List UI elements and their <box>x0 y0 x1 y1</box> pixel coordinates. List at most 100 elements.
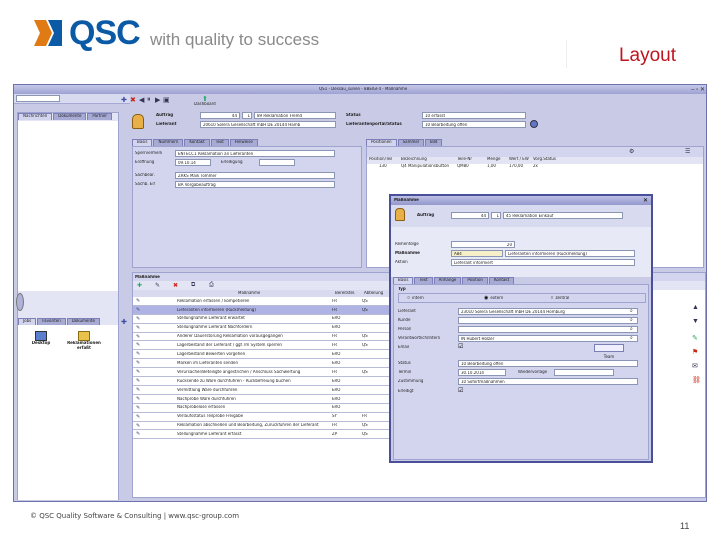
splitter-handle[interactable] <box>16 293 24 311</box>
mass-select[interactable]: Lieferanten informieren (Rückmeldung) <box>505 250 635 257</box>
edit-icon[interactable]: ✎ <box>133 378 145 384</box>
up-icon[interactable]: ▲ <box>692 304 699 311</box>
table-row[interactable]: ✎ Lieferanten informieren (Rückmeldung) FR… <box>133 305 393 315</box>
lieferantenportal-select[interactable]: 10 Bearbeitung offen <box>422 121 526 128</box>
mass-code-input[interactable]: A84 <box>451 250 503 257</box>
team-button[interactable]: Team <box>594 344 624 359</box>
dialog-tab-kontakt[interactable]: Kontakt <box>488 277 515 284</box>
dialog-tab-text[interactable]: Text <box>414 277 433 284</box>
table-row[interactable]: ✎ Nachprobelose erfassen ERO <box>133 404 393 413</box>
dialog-status-select[interactable]: 10 Bearbeitung offen <box>458 360 638 367</box>
edit-icon[interactable]: ✎ <box>133 423 145 429</box>
left-search-input[interactable] <box>16 95 60 102</box>
kunde-input[interactable] <box>458 317 638 324</box>
table-row[interactable]: ✎ Verursacher/Beteiligte angestrichen / A… <box>133 368 393 378</box>
dialog-tab-basis[interactable]: Basis <box>393 277 414 284</box>
edit-icon[interactable]: ✎ <box>133 396 145 402</box>
erledigung-input[interactable] <box>259 159 295 166</box>
dialog-auftrag-pos[interactable]: 1 <box>491 212 501 219</box>
zust-select[interactable]: 10 Sofortmaßnahmen <box>458 378 638 385</box>
reklamationen-tile[interactable]: Reklamationen erfaßt <box>64 331 104 355</box>
edit-icon[interactable]: ✎ <box>133 351 145 357</box>
mail-icon[interactable]: ✉ <box>692 362 698 370</box>
aktion-select[interactable]: Lieferant informiert <box>451 259 635 266</box>
add-icon[interactable]: ✚ <box>137 282 142 289</box>
person-search-icon[interactable]: ⌕ <box>630 326 633 332</box>
lief-input[interactable]: 23010 Solera Gesellschaft mbH DE 20144 H… <box>458 308 638 315</box>
tab-nummern[interactable]: Nummern <box>153 139 184 146</box>
edit-icon[interactable]: ✎ <box>133 360 145 366</box>
table-row[interactable]: ✎ Stellungnahme Lieferant erfasst ZP QS <box>133 431 393 440</box>
delete-icon[interactable]: ✖ <box>173 282 178 289</box>
reihen-input[interactable]: 20 <box>451 241 515 248</box>
lief-search-icon[interactable]: ⌕ <box>630 308 633 314</box>
table-row[interactable]: ✎ Marken im Lieferanten senden ERO <box>133 359 393 369</box>
wieder-input[interactable] <box>554 369 614 376</box>
edit-icon[interactable]: ✎ <box>133 325 145 331</box>
prev-icon[interactable]: ◀ <box>139 96 144 104</box>
tab-positionen[interactable]: Positionen <box>366 139 397 146</box>
tab-jobs[interactable]: Jobs <box>18 318 37 325</box>
filter-icon[interactable]: ⚙ <box>629 148 634 155</box>
tab-favoriten[interactable]: Favoriten <box>37 318 66 325</box>
positions-settings-icon[interactable]: ☰ <box>685 148 690 155</box>
dialog-auftrag-input[interactable]: 44 <box>451 212 489 219</box>
edit-icon[interactable]: ✎ <box>133 334 145 340</box>
dashboard-label[interactable]: Dashboard <box>194 102 216 107</box>
table-row[interactable]: ✎ Reklamation erfassen / kompetieren FR QS <box>133 297 393 306</box>
dialog-auftrag-type[interactable]: 45 Reklamation Einkauf <box>503 212 623 219</box>
tab-basis[interactable]: Basis <box>132 139 153 146</box>
edit-icon[interactable]: ✎ <box>155 282 160 289</box>
dialog-tab-anhaenge[interactable]: Anhänge <box>433 277 462 284</box>
radio-intern[interactable]: ○ <box>407 295 410 301</box>
person-input[interactable] <box>458 326 638 333</box>
table-row[interactable]: ✎ Verlaufsstatus Teilprobe Freigabe SY FR <box>133 413 393 422</box>
link-icon[interactable]: ⛓ <box>692 376 701 384</box>
table-row[interactable]: 130 Q4 Manipulationsbutton QM80 1,00 170… <box>367 164 703 171</box>
close-icon[interactable]: ✖ <box>130 96 136 104</box>
table-row[interactable]: ✎ Rücksende zu Ware durchführen - Rückbef… <box>133 377 393 386</box>
kunde-search-icon[interactable]: ⌕ <box>630 317 633 323</box>
edit-icon[interactable]: ✎ <box>133 342 145 348</box>
tab-sammel[interactable]: Sammel <box>397 139 424 146</box>
refresh-icon[interactable] <box>530 120 538 128</box>
tab-nachrichten[interactable]: Nachrichten <box>18 113 53 120</box>
desktop-tile[interactable]: Desktop <box>28 331 54 353</box>
auftrag-type-select[interactable]: 89 Reklamation Fremd <box>254 112 336 119</box>
edit-icon[interactable]: ✎ <box>133 369 145 375</box>
tab-bild[interactable]: Bild <box>424 139 443 146</box>
table-row[interactable]: ✎ Lagerbestand der Lieferant / ggf. Im Sy… <box>133 342 393 351</box>
left-add-icon-2[interactable]: ✚ <box>121 96 127 104</box>
print-icon[interactable]: ⎙ <box>209 282 214 289</box>
pause-icon[interactable]: ⏸ <box>147 96 151 104</box>
window-controls[interactable]: – ▫ ✕ <box>691 86 705 93</box>
table-row[interactable]: ✎ Stellungnahme Lieferant Nachfordern ERO <box>133 324 393 333</box>
auftrag-pos-input[interactable]: 1 <box>242 112 252 119</box>
dialog-tab-position[interactable]: Position <box>462 277 488 284</box>
tab-hinweise[interactable]: Hinweise <box>229 139 258 146</box>
eroeff-input[interactable]: 09.10.14 <box>175 159 211 166</box>
dialog-close-icon[interactable]: ✕ <box>643 197 648 204</box>
erled-checkbox[interactable]: ☑ <box>458 387 463 394</box>
tab-dokumente-2[interactable]: Dokumente <box>66 318 100 325</box>
flag-icon[interactable]: ⚑ <box>692 348 698 356</box>
table-row[interactable]: ✎ Lagerbestand Bewerten vorgehen ERO <box>133 350 393 360</box>
email-checkbox[interactable]: ☑ <box>458 343 463 350</box>
sachbear-select[interactable]: ZRKS Maik Tommer <box>175 172 335 179</box>
radio-extern[interactable]: ◉ <box>484 295 488 301</box>
verant-input[interactable]: IN Hubert Holzer <box>458 335 638 342</box>
down-icon[interactable]: ▼ <box>692 318 699 325</box>
note-icon[interactable]: ✎ <box>692 334 698 342</box>
copy-icon[interactable]: ⧉ <box>191 282 195 289</box>
edit-icon[interactable]: ✎ <box>133 298 145 304</box>
tab-dokumente[interactable]: Dokumente <box>53 113 87 120</box>
table-row[interactable]: ✎ Stellungnahme Lieferant erwartet ERO <box>133 315 393 324</box>
edit-icon[interactable]: ✎ <box>133 414 145 420</box>
table-row[interactable]: ✎ Nachprobe Ware durchführen ERO <box>133 395 393 404</box>
table-row[interactable]: ✎ Anderer Dauerstörung Reklamation voraus… <box>133 333 393 342</box>
verant-search-icon[interactable]: ⌕ <box>630 335 633 341</box>
tab-kontakt[interactable]: Kontakt <box>184 139 210 146</box>
left-add-icon[interactable]: ✚ <box>121 318 127 326</box>
lieferant-input[interactable]: 20610 Solera Gesellschaft mbH DE 20144 H… <box>200 121 336 128</box>
edit-icon[interactable]: ✎ <box>133 387 145 393</box>
